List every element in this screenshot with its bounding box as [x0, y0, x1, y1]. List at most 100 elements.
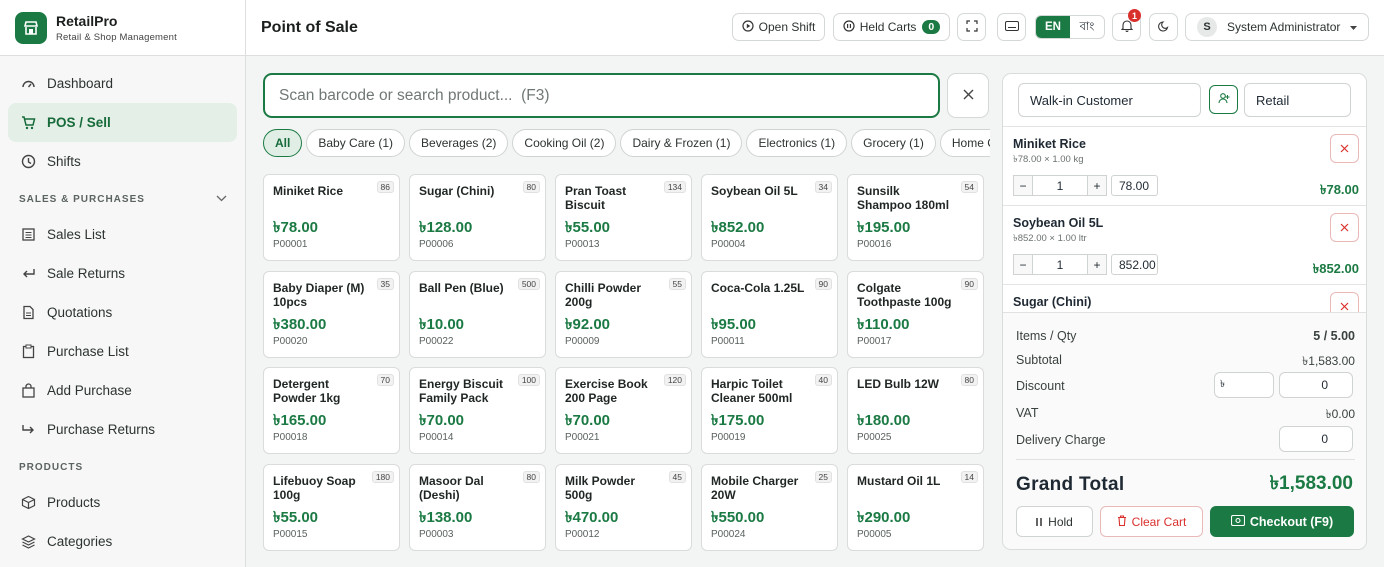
add-customer-button[interactable]	[1209, 85, 1238, 114]
product-card[interactable]: Sugar (Chini) 80 ৳128.00 P00006	[409, 174, 546, 261]
product-search-input[interactable]	[263, 73, 940, 118]
product-card[interactable]: Ball Pen (Blue) 500 ৳10.00 P00022	[409, 271, 546, 358]
stock-badge: 54	[960, 181, 978, 193]
remove-item-button[interactable]	[1330, 134, 1359, 163]
category-chip[interactable]: Electronics (1)	[746, 129, 848, 157]
product-price: ৳78.00	[273, 219, 319, 236]
sidebar-item-dashboard[interactable]: Dashboard	[8, 64, 237, 103]
sidebar-item-sales-list[interactable]: Sales List	[8, 215, 237, 254]
checkout-button[interactable]: Checkout (F9)	[1210, 506, 1354, 537]
decrease-qty-button[interactable]: −	[1013, 175, 1033, 196]
section-label: PRODUCTS	[19, 462, 84, 473]
topbar: Point of Sale Open Shift Held Carts 0 EN…	[246, 0, 1384, 56]
sidebar-nav: Dashboard POS / Sell Shifts SALES & PURC…	[0, 56, 245, 561]
product-card[interactable]: Miniket Rice 86 ৳78.00 P00001	[263, 174, 400, 261]
notifications-button[interactable]: 1	[1112, 9, 1141, 41]
brand-title: RetailPro	[56, 12, 118, 29]
category-chip[interactable]: Baby Care (1)	[306, 129, 406, 157]
stock-badge: 80	[522, 471, 540, 483]
sidebar-item-purchase-list[interactable]: Purchase List	[8, 332, 237, 371]
product-name: Detergent Powder 1kg	[273, 377, 341, 405]
product-card[interactable]: Energy Biscuit Family Pack 100 ৳70.00 P0001…	[409, 367, 546, 454]
sidebar-item-sale-returns[interactable]: Sale Returns	[8, 254, 237, 293]
cart-items-list: Miniket Rice ৳78.00 × 1.00 kg −1 +78.00 ৳78.…	[1003, 126, 1366, 312]
clear-cart-button[interactable]: Clear Cart	[1100, 506, 1203, 537]
product-card[interactable]: Mustard Oil 1L 14 ৳290.00 P00005	[847, 464, 984, 551]
category-chip[interactable]: Cooking Oil (2)	[512, 129, 617, 157]
delivery-charge-input[interactable]: 0	[1279, 426, 1353, 452]
sidebar-item-label: Purchase Returns	[47, 422, 156, 437]
increase-qty-button[interactable]: +	[1087, 254, 1107, 275]
clear-search-button[interactable]	[947, 73, 989, 118]
price-type-select[interactable]: Retail	[1244, 83, 1351, 117]
product-price: ৳128.00	[419, 219, 473, 236]
product-card[interactable]: Baby Diaper (M) 10pcs 35 ৳380.00 P00020	[263, 271, 400, 358]
category-chip[interactable]: Grocery (1)	[851, 129, 936, 157]
sidebar-item-label: Categories	[47, 534, 113, 549]
cart-item-unit-line: ৳852.00 × 1.00 ltr	[1013, 233, 1087, 244]
brand: RetailPro Retail & Shop Management	[0, 0, 245, 56]
discount-input[interactable]: 0	[1279, 372, 1353, 398]
keyboard-button[interactable]	[997, 13, 1026, 41]
sidebar-item-quotations[interactable]: Quotations	[8, 293, 237, 332]
product-card[interactable]: Chilli Powder 200g 55 ৳92.00 P00009	[555, 271, 692, 358]
product-card[interactable]: Lifebuoy Soap 100g 180 ৳55.00 P00015	[263, 464, 400, 551]
category-chip[interactable]: All	[263, 129, 303, 157]
customer-select[interactable]: Walk-in Customer	[1018, 83, 1201, 117]
unit-price-input[interactable]: 852.00	[1111, 254, 1158, 275]
product-card[interactable]: Detergent Powder 1kg 70 ৳165.00 P00018	[263, 367, 400, 454]
unit-price-input[interactable]: 78.00	[1111, 175, 1158, 196]
qty-input[interactable]: 1	[1033, 175, 1087, 196]
decrease-qty-button[interactable]: −	[1013, 254, 1033, 275]
qty-input[interactable]: 1	[1033, 254, 1087, 275]
product-card[interactable]: Coca-Cola 1.25L 90 ৳95.00 P00011	[701, 271, 838, 358]
sidebar-item-products[interactable]: Products	[8, 483, 237, 522]
grand-total-label: Grand Total	[1016, 474, 1125, 495]
sidebar-item-add-purchase[interactable]: Add Purchase	[8, 371, 237, 410]
sidebar-item-label: Quotations	[47, 305, 113, 320]
close-icon	[1340, 220, 1349, 235]
product-card[interactable]: Soybean Oil 5L 34 ৳852.00 P00004	[701, 174, 838, 261]
product-card[interactable]: Colgate Toothpaste 100g 90 ৳110.00 P00017	[847, 271, 984, 358]
category-chip[interactable]: Dairy & Frozen (1)	[620, 129, 743, 157]
product-card[interactable]: Pran Toast Biscuit 134 ৳55.00 P00013	[555, 174, 692, 261]
product-name: Chilli Powder 200g	[565, 281, 642, 309]
product-sku: P00025	[857, 432, 892, 443]
fullscreen-button[interactable]	[957, 13, 986, 41]
open-shift-button[interactable]: Open Shift	[732, 13, 825, 41]
category-chip[interactable]: Home Care (1)	[939, 129, 990, 157]
sidebar-item-pos[interactable]: POS / Sell	[8, 103, 237, 142]
product-card[interactable]: Mobile Charger 20W 25 ৳550.00 P00024	[701, 464, 838, 551]
product-name: Colgate Toothpaste 100g	[857, 281, 952, 309]
stock-badge: 14	[960, 471, 978, 483]
category-chip[interactable]: Beverages (2)	[409, 129, 509, 157]
product-card[interactable]: Exercise Book 200 Page 120 ৳70.00 P00021	[555, 367, 692, 454]
product-card[interactable]: Harpic Toilet Cleaner 500ml 40 ৳175.00 P000…	[701, 367, 838, 454]
product-price: ৳550.00	[711, 509, 765, 526]
caret-down-icon	[1350, 20, 1358, 34]
lang-bn-button[interactable]: বাং	[1070, 16, 1104, 38]
stock-badge: 40	[814, 374, 832, 386]
product-card[interactable]: Masoor Dal (Deshi) 80 ৳138.00 P00003	[409, 464, 546, 551]
hold-button[interactable]: Hold	[1016, 506, 1093, 537]
remove-item-button[interactable]	[1330, 213, 1359, 242]
remove-item-button[interactable]	[1330, 292, 1359, 312]
user-menu-button[interactable]: S System Administrator	[1185, 13, 1369, 41]
sidebar-item-shifts[interactable]: Shifts	[8, 142, 237, 181]
product-card[interactable]: LED Bulb 12W 80 ৳180.00 P00025	[847, 367, 984, 454]
sidebar-item-purchase-returns[interactable]: Purchase Returns	[8, 410, 237, 449]
product-card[interactable]: Milk Powder 500g 45 ৳470.00 P00012	[555, 464, 692, 551]
sidebar-item-categories[interactable]: Categories	[8, 522, 237, 561]
product-name: Baby Diaper (M) 10pcs	[273, 281, 365, 309]
product-name: Mobile Charger 20W	[711, 474, 799, 502]
discount-type-select[interactable]: ৳	[1214, 372, 1274, 398]
nav-section-sales[interactable]: SALES & PURCHASES	[0, 184, 245, 215]
theme-toggle-button[interactable]	[1149, 13, 1178, 41]
lang-en-button[interactable]: EN	[1036, 16, 1070, 38]
product-card[interactable]: Sunsilk Shampoo 180ml 54 ৳195.00 P00016	[847, 174, 984, 261]
held-carts-button[interactable]: Held Carts 0	[833, 13, 950, 41]
product-sku: P00014	[419, 432, 454, 443]
product-sku: P00020	[273, 336, 308, 347]
increase-qty-button[interactable]: +	[1087, 175, 1107, 196]
stock-badge: 45	[668, 471, 686, 483]
